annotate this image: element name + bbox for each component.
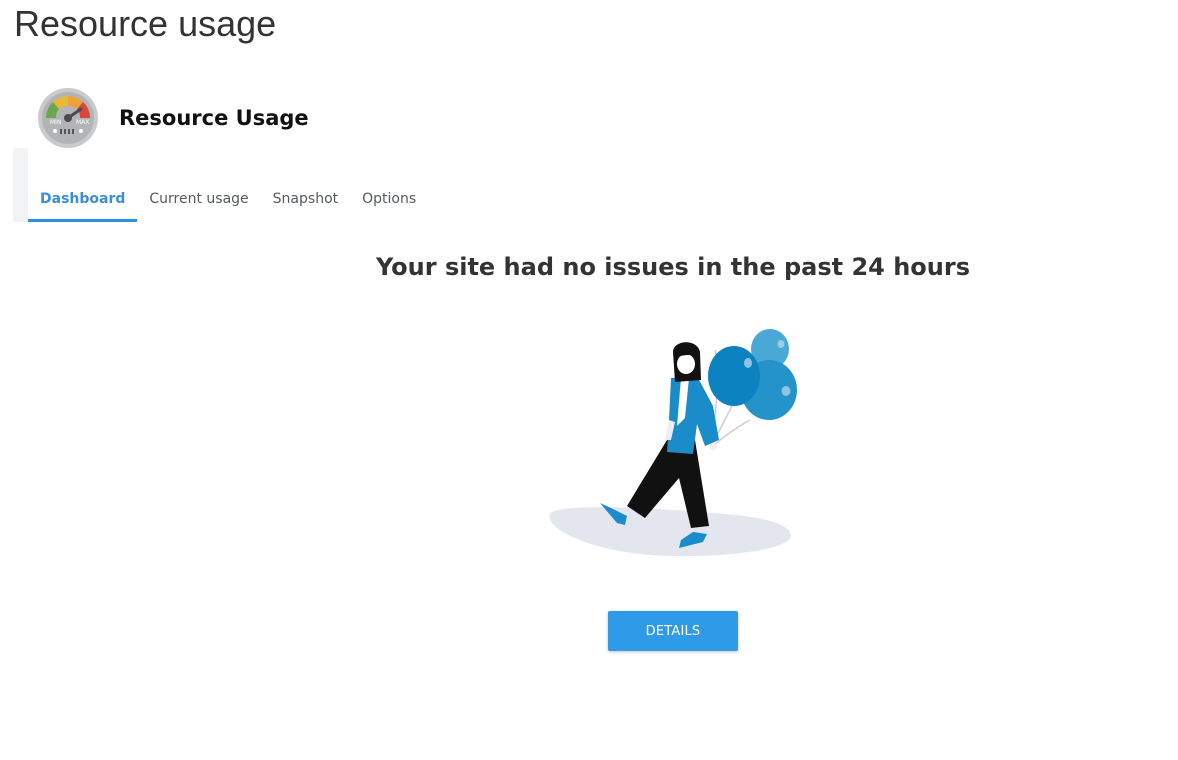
plugin-header: MIN MAX Resource Usage (37, 87, 309, 149)
speedometer-gauge-icon: MIN MAX (38, 88, 98, 148)
details-button[interactable]: DETAILS (608, 611, 738, 651)
tab-dashboard[interactable]: Dashboard (28, 180, 138, 222)
page-title: Resource usage (14, 3, 277, 44)
tab-bar: Dashboard Current usage Snapshot Options (28, 180, 428, 222)
sidebar-strip (13, 148, 28, 222)
tab-current-usage[interactable]: Current usage (137, 180, 260, 222)
woman-with-balloons-illustration (549, 329, 797, 557)
svg-text:MAX: MAX (76, 119, 89, 126)
tab-snapshot[interactable]: Snapshot (261, 180, 350, 222)
tab-options[interactable]: Options (350, 180, 428, 222)
svg-text:MIN: MIN (50, 119, 61, 126)
status-headline: Your site had no issues in the past 24 h… (376, 253, 970, 281)
plugin-name: Resource Usage (119, 106, 309, 130)
